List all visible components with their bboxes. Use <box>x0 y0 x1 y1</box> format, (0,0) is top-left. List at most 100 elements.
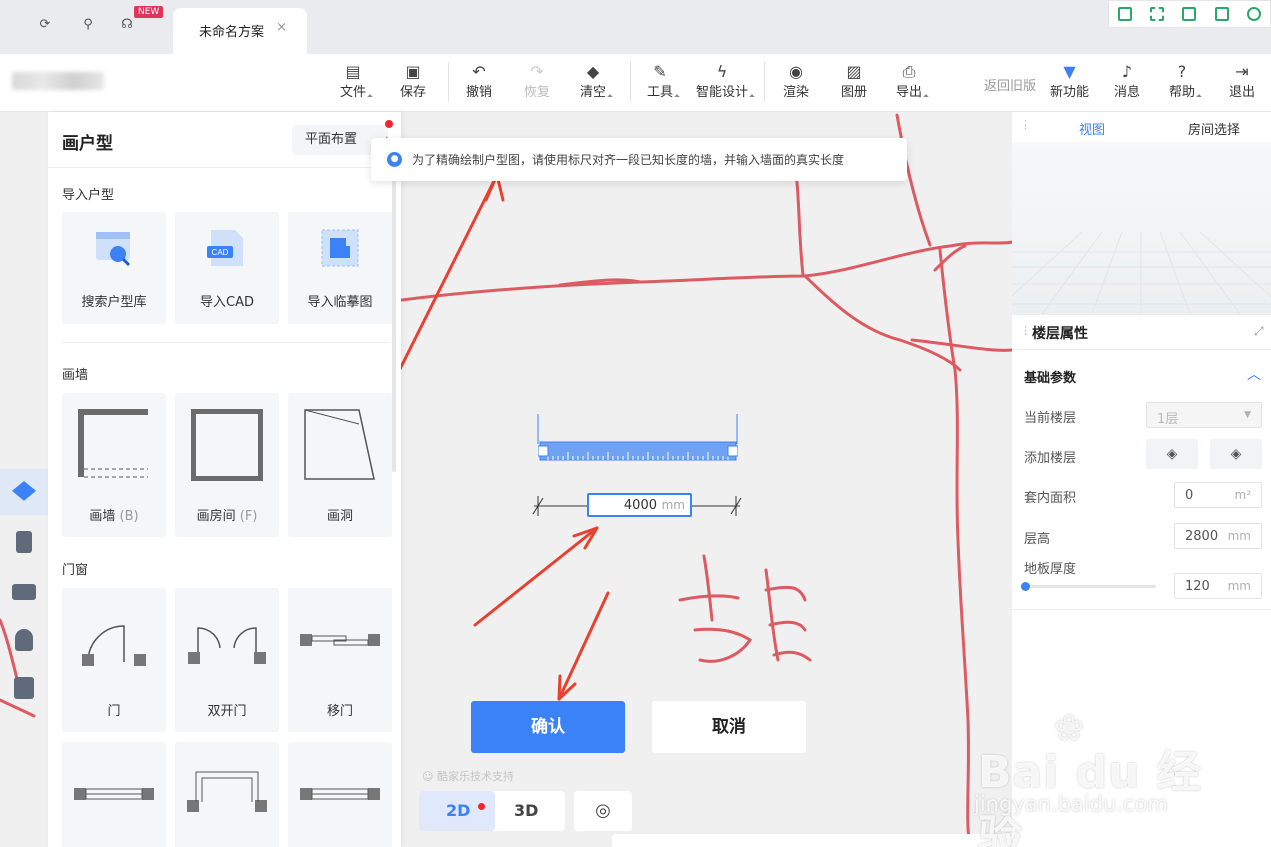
add-floor-below-button[interactable]: ◈ <box>1210 439 1262 469</box>
album-label: 图册 <box>841 85 868 100</box>
album-icon: ▨ <box>846 62 862 81</box>
document-tab[interactable]: 未命名方案 × <box>173 8 307 54</box>
help-icon: ? <box>1177 62 1187 81</box>
view-2d-button[interactable]: 2D <box>419 791 495 831</box>
door-icon <box>16 531 32 553</box>
help-button[interactable]: ? 帮助 <box>1169 62 1202 101</box>
panel-title: 画户型 <box>62 134 113 154</box>
drag-handle-icon[interactable]: ⋮ <box>1020 324 1031 337</box>
double-door-icon <box>188 627 266 664</box>
new-feature-button[interactable]: ▼ 新功能 <box>1050 62 1089 101</box>
tools-button[interactable]: ✎ 工具 <box>647 62 680 101</box>
area-input[interactable]: 0 m² <box>1174 482 1262 508</box>
confirm-button[interactable]: 确认 <box>471 701 625 753</box>
expand-icon[interactable]: ⤢ <box>1254 324 1264 339</box>
close-tab-icon[interactable]: × <box>276 20 287 35</box>
3d-preview[interactable] <box>1012 142 1271 314</box>
calibration-tooltip: ● 为了精确绘制户型图，请使用标尺对齐一段已知长度的墙，并输入墙面的真实长度 <box>371 138 907 181</box>
tools-label: 工具 <box>647 85 674 100</box>
view-3d-button[interactable]: 3D <box>514 791 538 831</box>
tab-room-select[interactable]: 房间选择 <box>1188 119 1240 138</box>
undo-label: 撤销 <box>466 85 493 100</box>
settings-icon[interactable] <box>1246 7 1261 21</box>
draw-room-icon <box>191 409 263 481</box>
chevron-up-icon[interactable]: ︿ <box>1247 364 1261 384</box>
link-icon[interactable]: ⚲ <box>80 17 96 33</box>
rail-floorplan-button[interactable] <box>0 469 48 515</box>
main-toolbar: ▤ 文件 ▣ 保存 ↶ 撤销 ↷ 恢复 ◆ 清空 ✎ 工具 ϟ 智能设计 ◉ 渲… <box>0 54 1271 112</box>
new-feature-icon: ▼ <box>1063 62 1076 81</box>
undo-button[interactable]: ↶ 撤销 <box>466 62 492 101</box>
draw-wall-card[interactable]: 画墙 (B) <box>62 393 166 537</box>
album-button[interactable]: ▨ 图册 <box>841 62 867 101</box>
file-label: 文件 <box>340 85 367 100</box>
ruler-start-handle[interactable] <box>538 445 549 457</box>
sliding-door-card[interactable]: 移门 <box>288 588 392 732</box>
floorplan-icon <box>12 481 36 501</box>
redo-button[interactable]: ↷ 恢复 <box>524 62 550 101</box>
corner-tools <box>1108 0 1271 28</box>
export-button[interactable]: ⎙ 导出 <box>896 62 929 101</box>
panel-scrollbar[interactable] <box>392 172 396 472</box>
wall-length-input[interactable]: 4000 mm <box>587 493 692 517</box>
wall-length-value: 4000 <box>623 498 657 513</box>
import-section-title: 导入户型 <box>62 188 115 203</box>
grid-floor-preview <box>1012 231 1271 314</box>
lightning-icon: ϟ <box>716 62 728 81</box>
file-button[interactable]: ▤ 文件 <box>340 62 373 101</box>
cancel-button[interactable]: 取消 <box>652 701 806 753</box>
calibration-ruler[interactable] <box>538 440 738 462</box>
logout-button[interactable]: ⇥ 退出 <box>1229 62 1255 101</box>
slider-knob[interactable] <box>1021 582 1030 591</box>
floor-thickness-slider[interactable] <box>1021 582 1156 591</box>
draw-room-card[interactable]: 画房间 (F) <box>175 393 279 537</box>
save-label: 保存 <box>400 85 427 100</box>
headset-icon[interactable]: ☊ <box>119 17 135 33</box>
window-card[interactable] <box>62 742 166 847</box>
save-button[interactable]: ▣ 保存 <box>400 62 426 101</box>
rail-user-button[interactable] <box>0 617 48 663</box>
smart-design-button[interactable]: ϟ 智能设计 <box>696 62 755 101</box>
door-card[interactable]: 门 <box>62 588 166 732</box>
wrench-icon: ✎ <box>653 62 667 81</box>
import-cad-label: 导入CAD <box>200 295 254 310</box>
double-door-card[interactable]: 双开门 <box>175 588 279 732</box>
redo-label: 恢复 <box>524 85 551 100</box>
cad-file-icon: CAD <box>207 230 243 266</box>
share-icon[interactable] <box>1214 7 1229 21</box>
drag-handle-icon[interactable]: ⋮ <box>1020 118 1031 131</box>
floor-properties-title: 楼层属性 <box>1032 326 1088 342</box>
clear-button[interactable]: ◆ 清空 <box>580 62 613 101</box>
ruler-end-handle[interactable] <box>727 445 738 457</box>
import-cad-card[interactable]: CAD 导入CAD <box>175 212 279 324</box>
current-floor-select[interactable]: 1层 ▼ <box>1146 402 1262 428</box>
long-window-card[interactable] <box>288 742 392 847</box>
bay-window-card[interactable] <box>175 742 279 847</box>
search-floorplan-label: 搜索户型库 <box>81 295 147 310</box>
back-to-old-version-link[interactable]: 返回旧版 <box>984 75 1036 94</box>
doors-section-title: 门窗 <box>62 563 89 578</box>
undo-icon: ↶ <box>472 62 486 81</box>
fullscreen-icon[interactable] <box>1150 7 1165 21</box>
messages-button[interactable]: ♪ 消息 <box>1114 62 1140 101</box>
import-tracing-card[interactable]: 导入临摹图 <box>288 212 392 324</box>
rail-sofa-button[interactable] <box>0 569 48 615</box>
height-input[interactable]: 2800 mm <box>1174 523 1262 549</box>
refresh-icon[interactable]: ⟳ <box>37 17 53 33</box>
help-label: 帮助 <box>1169 85 1196 100</box>
phone-icon[interactable] <box>1118 7 1133 21</box>
floor-thickness-input[interactable]: 120 mm <box>1174 573 1262 599</box>
left-icon-rail <box>0 467 48 707</box>
add-floor-above-button[interactable]: ◈ <box>1146 439 1198 469</box>
tab-view[interactable]: 视图 <box>1079 119 1105 138</box>
rail-door-button[interactable] <box>0 519 48 565</box>
logout-label: 退出 <box>1229 85 1256 100</box>
eye-visibility-button[interactable]: ◎ <box>574 791 632 831</box>
floor-thickness-label: 地板厚度 <box>1024 562 1077 577</box>
rail-cabinet-button[interactable] <box>0 665 48 711</box>
search-floorplan-card[interactable]: 搜索户型库 <box>62 212 166 324</box>
save-copy-icon[interactable] <box>1182 7 1197 21</box>
render-label: 渲染 <box>783 85 810 100</box>
render-button[interactable]: ◉ 渲染 <box>783 62 809 101</box>
draw-hole-card[interactable]: 画洞 <box>288 393 392 537</box>
